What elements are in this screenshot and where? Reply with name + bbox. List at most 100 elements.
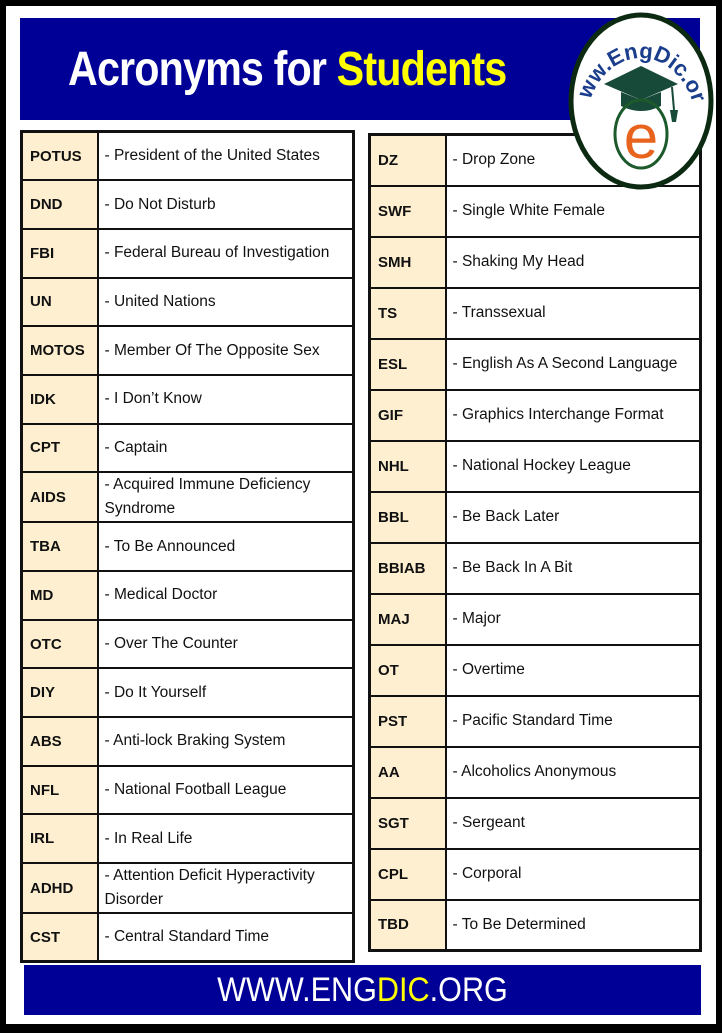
acronym-meaning: - Single White Female bbox=[444, 184, 702, 238]
acronym-meaning: - Be Back In A Bit bbox=[444, 541, 702, 595]
acronym-row: OTC - Over The Counter bbox=[20, 618, 355, 670]
acronym-meaning: - Major bbox=[444, 592, 702, 646]
acronym-row: ABS - Anti-lock Braking System bbox=[20, 716, 355, 767]
acronym-row: DND - Do Not Disturb bbox=[20, 179, 355, 230]
acronym-abbr: OT bbox=[368, 643, 447, 697]
acronym-meaning: - Medical Doctor bbox=[96, 570, 355, 621]
acronym-row: ADHD - Attention Deficit Hyperactivity Di… bbox=[20, 862, 355, 915]
acronym-row: POTUS - President of the United States bbox=[20, 130, 355, 182]
acronym-abbr: OTC bbox=[20, 618, 99, 670]
acronym-abbr: DND bbox=[20, 179, 99, 230]
title-highlight: Students bbox=[336, 43, 508, 96]
acronym-meaning: - Member Of The Opposite Sex bbox=[96, 325, 355, 376]
acronym-row: SMH - Shaking My Head bbox=[368, 235, 702, 289]
acronym-meaning: - Acquired Immune Deficiency Syndrome bbox=[96, 471, 355, 524]
acronym-abbr: CPT bbox=[20, 422, 99, 474]
acronym-abbr: BBIAB bbox=[368, 541, 447, 595]
acronym-meaning: - Do It Yourself bbox=[96, 667, 355, 719]
acronym-row: MAJ - Major bbox=[368, 592, 702, 646]
acronym-meaning: - Captain bbox=[96, 422, 355, 474]
acronym-abbr: FBI bbox=[20, 227, 99, 279]
acronym-meaning: - President of the United States bbox=[96, 130, 355, 182]
acronym-table-left: POTUS - President of the United States DND… bbox=[20, 130, 355, 964]
acronym-abbr: DIY bbox=[20, 667, 99, 719]
footer-url[interactable]: WWW.ENGDIC.ORG bbox=[217, 965, 508, 1015]
acronym-abbr: AA bbox=[368, 745, 447, 799]
acronym-row: IRL - In Real Life bbox=[20, 813, 355, 865]
acronym-abbr: MAJ bbox=[368, 592, 447, 646]
acronym-row: NHL - National Hockey League bbox=[368, 439, 702, 493]
page-title: Acronyms for Students bbox=[68, 43, 508, 96]
acronym-meaning: - Transsexual bbox=[444, 286, 702, 340]
acronym-row: MD - Medical Doctor bbox=[20, 570, 355, 621]
acronym-row: DIY - Do It Yourself bbox=[20, 667, 355, 719]
acronym-meaning: - United Nations bbox=[96, 276, 355, 328]
acronym-meaning: - National Hockey League bbox=[444, 439, 702, 493]
acronym-abbr: ESL bbox=[368, 337, 447, 391]
acronym-abbr: SGT bbox=[368, 796, 447, 850]
acronym-meaning: - Over The Counter bbox=[96, 618, 355, 670]
acronym-meaning: - Do Not Disturb bbox=[96, 179, 355, 230]
acronym-abbr: BBL bbox=[368, 490, 447, 544]
footer-banner: WWW.ENGDIC.ORG bbox=[24, 965, 701, 1015]
footer-url-part: WWW.ENG bbox=[217, 971, 377, 1009]
acronym-meaning: - Anti-lock Braking System bbox=[96, 716, 355, 767]
acronym-abbr: PST bbox=[368, 694, 447, 748]
acronym-row: TBD - To Be Determined bbox=[368, 898, 702, 952]
title-text: Acronyms for bbox=[68, 43, 337, 96]
acronym-abbr: NHL bbox=[368, 439, 447, 493]
acronym-abbr: IDK bbox=[20, 373, 99, 425]
acronym-abbr: POTUS bbox=[20, 130, 99, 182]
acronym-abbr: SWF bbox=[368, 184, 447, 238]
acronym-abbr: CPL bbox=[368, 847, 447, 901]
acronym-abbr: AIDS bbox=[20, 471, 99, 524]
acronym-abbr: CST bbox=[20, 912, 99, 963]
acronym-meaning: - Central Standard Time bbox=[96, 912, 355, 963]
acronym-row: CST - Central Standard Time bbox=[20, 912, 355, 963]
acronym-abbr: IRL bbox=[20, 813, 99, 865]
acronym-row: FBI - Federal Bureau of Investigation bbox=[20, 227, 355, 279]
acronym-abbr: SMH bbox=[368, 235, 447, 289]
acronym-row: CPL - Corporal bbox=[368, 847, 702, 901]
footer-url-part: .ORG bbox=[429, 971, 508, 1009]
acronym-abbr: GIF bbox=[368, 388, 447, 442]
acronym-meaning: - Sergeant bbox=[444, 796, 702, 850]
acronym-row: AIDS - Acquired Immune Deficiency Syndrom… bbox=[20, 471, 355, 524]
acronym-meaning: - In Real Life bbox=[96, 813, 355, 865]
footer-url-highlight: DIC bbox=[376, 971, 430, 1009]
acronym-abbr: UN bbox=[20, 276, 99, 328]
acronym-meaning: - Attention Deficit Hyperactivity Disord… bbox=[96, 862, 355, 915]
acronym-meaning: - English As A Second Language bbox=[444, 337, 702, 391]
acronym-row: BBIAB - Be Back In A Bit bbox=[368, 541, 702, 595]
acronym-table-right: DZ - Drop Zone SWF - Single White Female SMH… bbox=[368, 133, 702, 952]
acronym-row: SWF - Single White Female bbox=[368, 184, 702, 238]
acronym-abbr: ADHD bbox=[20, 862, 99, 915]
acronym-row: PST - Pacific Standard Time bbox=[368, 694, 702, 748]
logo-letter-e: e bbox=[624, 103, 658, 172]
acronym-row: MOTOS - Member Of The Opposite Sex bbox=[20, 325, 355, 376]
acronym-row: NFL - National Football League bbox=[20, 764, 355, 816]
acronym-meaning: - Corporal bbox=[444, 847, 702, 901]
acronym-meaning: - Graphics Interchange Format bbox=[444, 388, 702, 442]
acronym-abbr: TBA bbox=[20, 521, 99, 572]
acronym-abbr: MD bbox=[20, 570, 99, 621]
acronym-abbr: MOTOS bbox=[20, 325, 99, 376]
acronym-meaning: - Shaking My Head bbox=[444, 235, 702, 289]
acronym-meaning: - National Football League bbox=[96, 764, 355, 816]
acronym-row: ESL - English As A Second Language bbox=[368, 337, 702, 391]
engdic-logo: www.EngDic.org e bbox=[566, 8, 714, 190]
acronym-meaning: - Pacific Standard Time bbox=[444, 694, 702, 748]
acronym-meaning: - Federal Bureau of Investigation bbox=[96, 227, 355, 279]
acronym-meaning: - To Be Announced bbox=[96, 521, 355, 572]
acronym-row: BBL - Be Back Later bbox=[368, 490, 702, 544]
acronym-row: UN - United Nations bbox=[20, 276, 355, 328]
acronym-meaning: - To Be Determined bbox=[444, 898, 702, 952]
acronym-meaning: - Alcoholics Anonymous bbox=[444, 745, 702, 799]
acronym-row: IDK - I Don’t Know bbox=[20, 373, 355, 425]
acronym-row: GIF - Graphics Interchange Format bbox=[368, 388, 702, 442]
acronym-abbr: DZ bbox=[368, 133, 447, 187]
acronym-row: OT - Overtime bbox=[368, 643, 702, 697]
acronym-row: SGT - Sergeant bbox=[368, 796, 702, 850]
acronym-meaning: - Be Back Later bbox=[444, 490, 702, 544]
acronym-row: TS - Transsexual bbox=[368, 286, 702, 340]
